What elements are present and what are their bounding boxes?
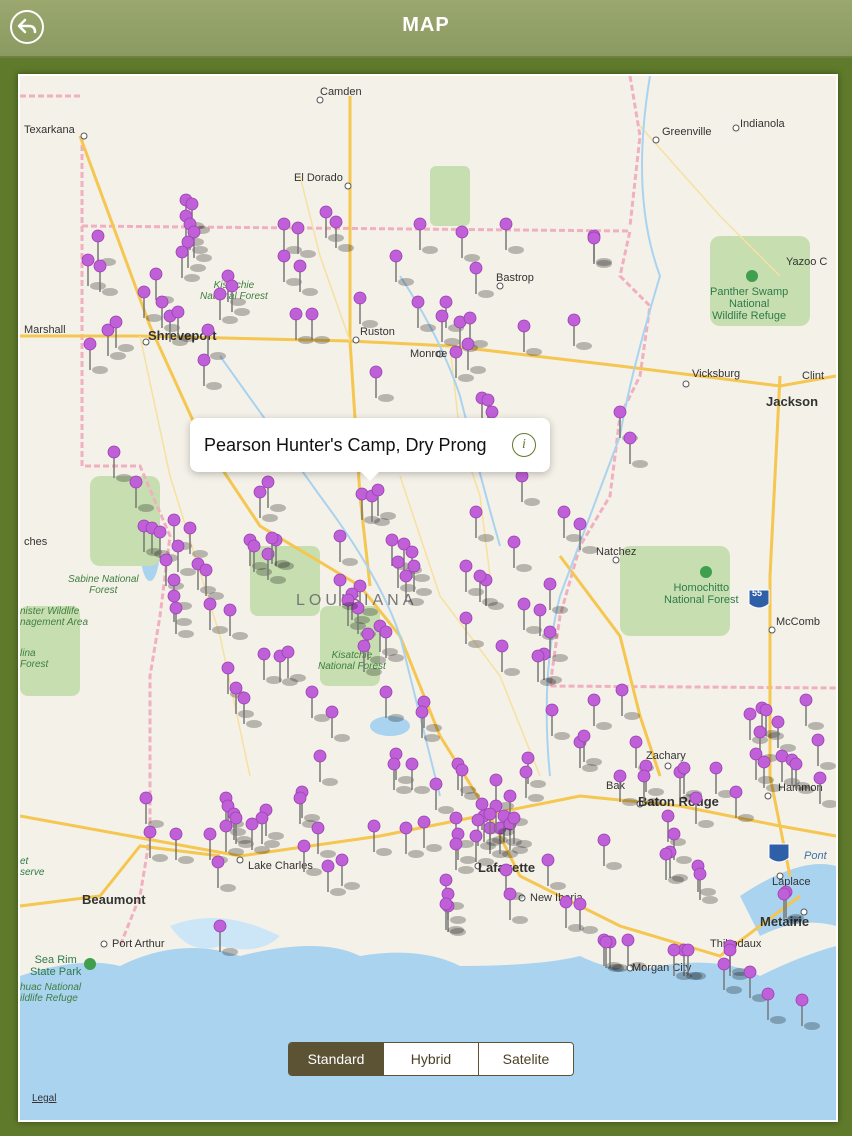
map-pin[interactable]: [567, 313, 592, 350]
map-pin[interactable]: [469, 505, 494, 542]
map-pin[interactable]: [129, 475, 154, 512]
page-title: MAP: [402, 14, 450, 36]
map-pin[interactable]: [411, 295, 436, 332]
map-pin[interactable]: [541, 853, 566, 890]
map-pin[interactable]: [223, 603, 248, 640]
map-pin[interactable]: [91, 229, 116, 266]
map-pin[interactable]: [335, 853, 360, 890]
map-pin[interactable]: [101, 323, 126, 360]
map-pin[interactable]: [623, 431, 648, 468]
map-pin[interactable]: [417, 815, 442, 852]
map-pin[interactable]: [183, 521, 208, 558]
map-pin[interactable]: [199, 563, 224, 600]
map-pin[interactable]: [729, 785, 754, 822]
map-pin[interactable]: [811, 733, 836, 770]
map-pin[interactable]: [659, 847, 684, 884]
callout-title: Pearson Hunter's Camp, Dry Prong: [204, 434, 487, 455]
map-type-satellite[interactable]: Satelite: [479, 1043, 573, 1075]
map-pin[interactable]: [281, 645, 306, 682]
map-pin[interactable]: [459, 611, 484, 648]
map-pin[interactable]: [107, 445, 132, 482]
map-pin[interactable]: [637, 769, 662, 806]
map-pin[interactable]: [545, 703, 570, 740]
map-pin[interactable]: [587, 231, 612, 268]
map-pin[interactable]: [143, 825, 168, 862]
map-pin[interactable]: [503, 887, 528, 924]
map-pin[interactable]: [325, 705, 350, 742]
map-pin[interactable]: [293, 259, 318, 296]
map-pin[interactable]: [413, 217, 438, 254]
map-pin[interactable]: [93, 259, 118, 296]
map-type-control[interactable]: Standard Hybrid Satelite: [288, 1042, 574, 1076]
map-pin[interactable]: [379, 625, 404, 662]
map-pin[interactable]: [469, 261, 494, 298]
map-pin[interactable]: [169, 827, 194, 864]
map-pin[interactable]: [213, 919, 238, 956]
map-pin[interactable]: [587, 693, 612, 730]
map-pin[interactable]: [313, 749, 338, 786]
map-pin[interactable]: [389, 249, 414, 286]
map-pin[interactable]: [429, 777, 454, 814]
info-icon[interactable]: i: [512, 433, 536, 457]
map-pin[interactable]: [311, 821, 336, 858]
navigation-bar: MAP: [0, 0, 852, 58]
map-pin[interactable]: [369, 365, 394, 402]
map-pin[interactable]: [689, 791, 714, 828]
map-pin[interactable]: [237, 691, 262, 728]
map-pin[interactable]: [139, 791, 164, 828]
map-pin[interactable]: [371, 483, 396, 520]
legal-link[interactable]: Legal: [32, 1093, 56, 1104]
map-pin[interactable]: [613, 769, 638, 806]
pin-callout[interactable]: Pearson Hunter's Camp, Dry Prong i: [190, 418, 550, 481]
map-pin[interactable]: [211, 855, 236, 892]
map-pin[interactable]: [813, 771, 836, 808]
map-view[interactable]: Camden Texarkana El Dorado Greenville In…: [18, 74, 838, 1122]
map-pin[interactable]: [333, 529, 358, 566]
map-pin[interactable]: [203, 597, 228, 634]
map-pin[interactable]: [379, 685, 404, 722]
map-pin[interactable]: [789, 757, 814, 794]
map-pins-layer[interactable]: [20, 76, 836, 1120]
map-pin[interactable]: [367, 819, 392, 856]
map-pin[interactable]: [455, 225, 480, 262]
map-pin[interactable]: [515, 469, 540, 506]
map-pin[interactable]: [253, 485, 278, 522]
map-pin[interactable]: [615, 683, 640, 720]
map-pin[interactable]: [507, 535, 532, 572]
map-pin[interactable]: [83, 337, 108, 374]
map-pin[interactable]: [795, 993, 820, 1030]
map-pin[interactable]: [761, 987, 786, 1024]
map-pin[interactable]: [799, 693, 824, 730]
map-pin[interactable]: [517, 319, 542, 356]
map-pin[interactable]: [293, 791, 318, 828]
map-pin[interactable]: [171, 305, 196, 342]
map-pin[interactable]: [757, 755, 782, 792]
map-pin[interactable]: [353, 291, 378, 328]
map-pin[interactable]: [597, 833, 622, 870]
callout-pointer: [360, 471, 380, 481]
map-pin[interactable]: [621, 933, 646, 970]
map-type-standard[interactable]: Standard: [289, 1043, 384, 1075]
map-pin[interactable]: [415, 705, 440, 742]
map-pin[interactable]: [329, 215, 354, 252]
map-pin[interactable]: [777, 887, 802, 924]
map-pin[interactable]: [109, 315, 134, 352]
map-pin[interactable]: [399, 821, 424, 858]
map-pin[interactable]: [213, 287, 238, 324]
map-pin[interactable]: [455, 763, 480, 800]
map-pin[interactable]: [495, 639, 520, 676]
map-type-hybrid[interactable]: Hybrid: [384, 1043, 479, 1075]
map-pin[interactable]: [499, 217, 524, 254]
map-pin[interactable]: [305, 685, 330, 722]
map-pin[interactable]: [543, 577, 568, 614]
map-pin[interactable]: [255, 811, 280, 848]
